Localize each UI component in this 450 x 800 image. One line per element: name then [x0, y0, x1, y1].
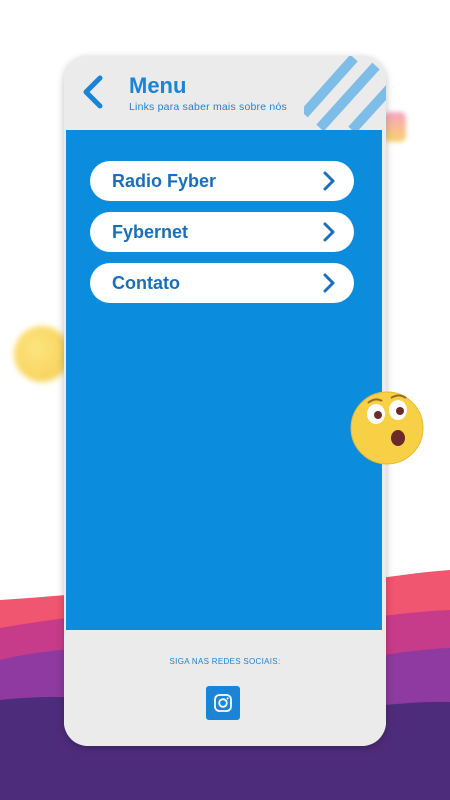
blurred-emoji-decoration-small [384, 112, 406, 142]
social-footer: SIGA NAS REDES SOCIAIS: [64, 630, 386, 746]
page-subtitle: Links para saber mais sobre nós [129, 101, 287, 113]
back-chevron-left-icon[interactable] [78, 74, 110, 110]
instagram-icon [214, 694, 232, 712]
menu-item-label: Fybernet [112, 222, 189, 242]
menu-item-label: Radio Fyber [112, 171, 217, 191]
chevron-right-icon [323, 171, 335, 191]
header: Menu Links para saber mais sobre nós [64, 56, 386, 130]
menu-item-label: Contato [112, 273, 180, 293]
surprised-emoji-icon [350, 391, 424, 465]
menu-card: Menu Links para saber mais sobre nós Rad… [64, 56, 386, 746]
decorative-stripes [304, 56, 386, 130]
instagram-button[interactable] [206, 686, 240, 720]
menu-item-radio-fyber[interactable]: Radio Fyber [90, 161, 354, 201]
blurred-emoji-decoration [14, 326, 70, 382]
menu-item-fybernet[interactable]: Fybernet [90, 212, 354, 252]
page-title: Menu [129, 73, 187, 98]
chevron-right-icon [323, 222, 335, 242]
social-label: SIGA NAS REDES SOCIAIS: [169, 657, 281, 666]
menu-list: Radio Fyber Fybernet Contato [66, 130, 382, 684]
chevron-right-icon [323, 273, 335, 293]
menu-item-contato[interactable]: Contato [90, 263, 354, 303]
